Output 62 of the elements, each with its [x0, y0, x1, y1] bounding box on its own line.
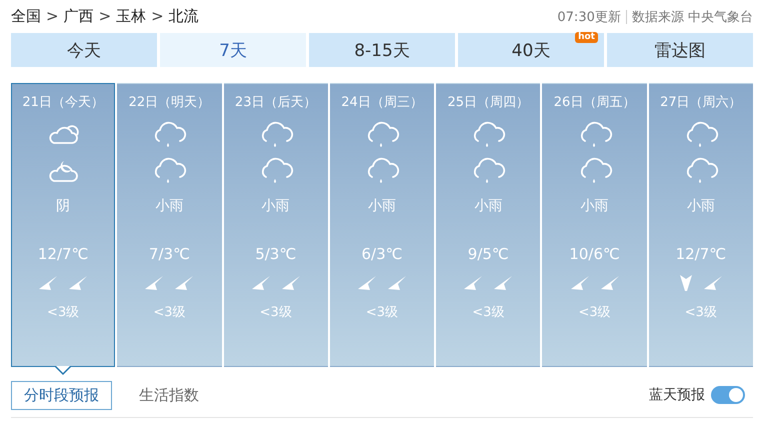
- tab[interactable]: 今天: [11, 33, 157, 67]
- day-date: 22日（明天）: [128, 94, 210, 111]
- tab[interactable]: 雷达图: [607, 33, 753, 67]
- toggle-label: 蓝天预报: [649, 386, 705, 404]
- weather-text: 小雨: [155, 197, 184, 215]
- wind-level: <3级: [684, 304, 717, 321]
- day-date: 27日（周六）: [660, 94, 742, 111]
- weather-text: 阴: [56, 197, 70, 215]
- wind-arrow-icon: [39, 276, 58, 290]
- wind-level: <3级: [472, 304, 504, 321]
- update-time: 07:30更新: [557, 8, 621, 26]
- tab[interactable]: 8-15天: [309, 33, 455, 67]
- wind-level: <3级: [47, 304, 80, 321]
- wind-arrow-icon: [464, 276, 482, 290]
- data-source: 数据来源 中央气象台: [632, 8, 753, 26]
- breadcrumb-separator: >: [151, 7, 164, 26]
- breadcrumb-separator: >: [46, 7, 59, 26]
- temperature: 9/5℃: [468, 245, 509, 263]
- breadcrumb-link[interactable]: 广西: [64, 7, 94, 26]
- toggle-switch[interactable]: [711, 386, 745, 404]
- wind-arrow-icon: [145, 276, 164, 290]
- wind-arrow-icon: [494, 276, 512, 290]
- breadcrumb-link[interactable]: 北流: [168, 7, 199, 26]
- breadcrumb-link[interactable]: 全国: [11, 7, 41, 26]
- wind-level: <3级: [578, 304, 611, 321]
- wind-arrow-icon: [282, 276, 300, 290]
- wind-arrow-icon: [358, 276, 376, 290]
- wind-arrow-icon: [388, 276, 406, 290]
- wind-arrow-icon: [680, 275, 692, 291]
- day-date: 26日（周五）: [554, 94, 636, 111]
- weather-text: 小雨: [262, 197, 290, 215]
- tab[interactable]: 7天: [160, 33, 306, 67]
- weather-text: 小雨: [580, 197, 609, 215]
- temperature: 12/7℃: [38, 245, 88, 263]
- weather-text: 小雨: [368, 197, 396, 215]
- wind-arrow-icon: [252, 276, 270, 290]
- weather-text: 小雨: [474, 197, 502, 215]
- wind-arrow-icon: [704, 276, 722, 290]
- wind-arrow-icon: [600, 276, 619, 290]
- weather-text: 小雨: [686, 197, 715, 215]
- tab[interactable]: 40天 hot: [458, 33, 604, 67]
- temperature: 12/7℃: [676, 245, 726, 263]
- wind-arrow-icon: [175, 276, 194, 290]
- hot-badge: hot: [575, 32, 598, 43]
- wind-arrow-icon: [570, 276, 589, 290]
- day-date: 21日（今天）: [22, 94, 104, 111]
- breadcrumb-separator: >: [98, 7, 112, 26]
- pointer-icon: [54, 366, 72, 376]
- wind-level: <3级: [260, 304, 292, 321]
- temperature: 10/6℃: [569, 245, 620, 263]
- day-date: 24日（周三）: [341, 94, 423, 111]
- temperature: 5/3℃: [255, 245, 296, 263]
- day-date: 23日（后天）: [234, 94, 316, 111]
- sub-tab[interactable]: 分时段预报: [11, 380, 112, 410]
- wind-level: <3级: [153, 304, 186, 321]
- wind-level: <3级: [366, 304, 398, 321]
- temperature: 7/3℃: [148, 245, 190, 263]
- day-date: 25日（周四）: [448, 94, 530, 111]
- wind-arrow-icon: [69, 276, 88, 290]
- breadcrumb-link[interactable]: 玉林: [116, 7, 146, 26]
- temperature: 6/3℃: [361, 245, 402, 263]
- sub-tab[interactable]: 生活指数: [126, 380, 212, 410]
